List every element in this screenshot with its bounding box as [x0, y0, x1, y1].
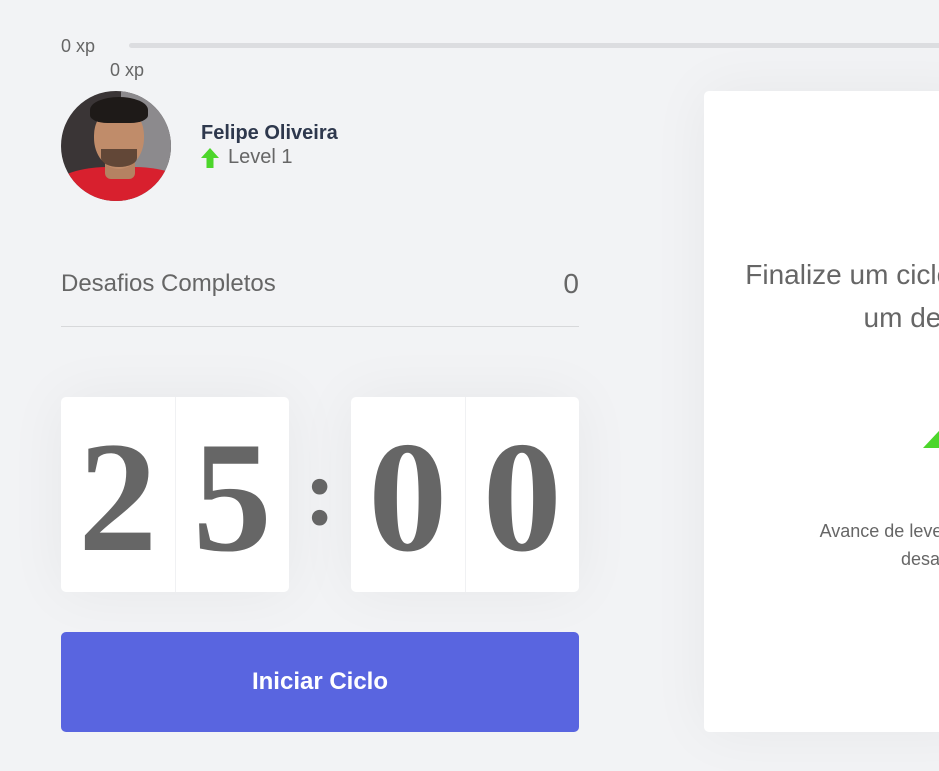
xp-progress-bar	[129, 43, 939, 48]
completed-challenges-count: 0	[563, 268, 579, 299]
countdown-minutes: 2 5	[61, 397, 289, 592]
countdown-digit: 0	[482, 409, 562, 585]
xp-start-label: 0 xp	[61, 36, 96, 56]
countdown-seconds: 0 0	[351, 397, 579, 592]
countdown-digit: 2	[61, 397, 176, 592]
level-up-arrow-icon	[201, 147, 219, 168]
level-label: Level 1	[228, 146, 293, 168]
countdown-digit: 0	[351, 397, 466, 592]
completed-challenges-label: Desafios Completos	[61, 270, 276, 297]
challenge-panel-title: Finalize um ciclo para receber um desafi…	[745, 259, 939, 333]
challenge-panel-description: Avance de level completando desafios.	[819, 521, 939, 569]
completed-challenges: Desafios Completos 0	[61, 268, 579, 327]
countdown-digit: 5	[192, 409, 272, 585]
challenge-panel: Finalize um ciclo para receber um desafi…	[704, 91, 939, 732]
avatar	[61, 91, 171, 201]
countdown-separator: :	[304, 438, 336, 545]
start-cycle-button[interactable]: Iniciar Ciclo	[61, 632, 579, 732]
profile-name: Felipe Oliveira	[201, 122, 338, 144]
level-row: Level 1	[201, 146, 293, 169]
level-up-icon	[923, 430, 939, 448]
xp-current-label: 0 xp	[110, 60, 145, 80]
